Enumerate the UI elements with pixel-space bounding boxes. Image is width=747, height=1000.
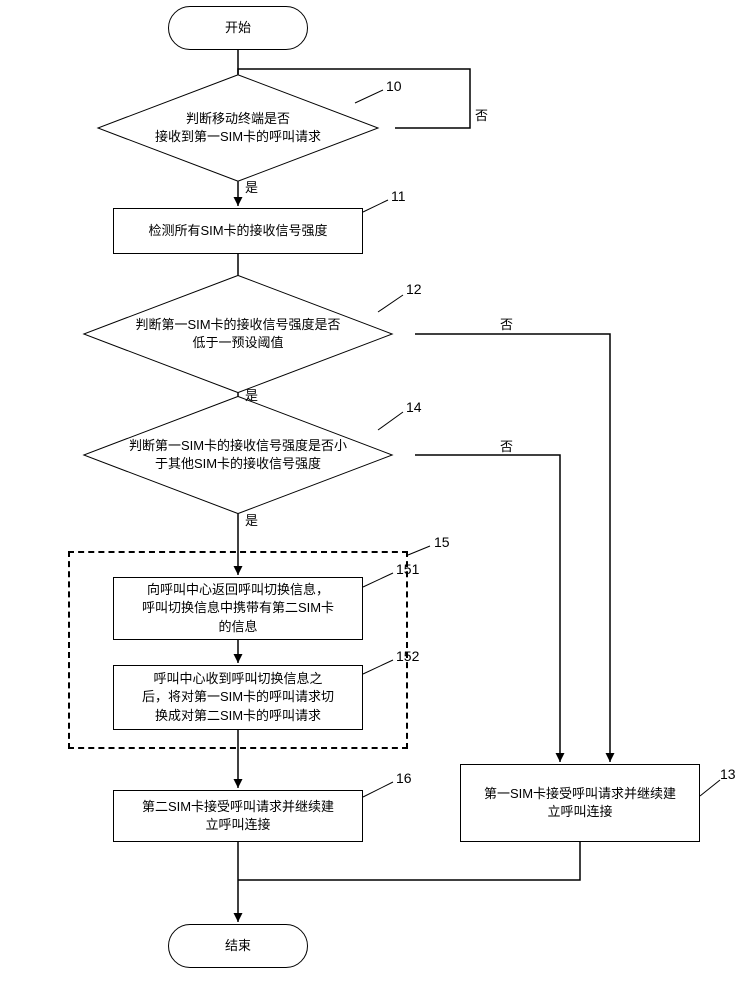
label-d12-yes: 是 bbox=[245, 385, 258, 404]
label-d10-no: 否 bbox=[475, 105, 488, 124]
terminal-start: 开始 bbox=[168, 6, 308, 50]
process-151: 向呼叫中心返回呼叫切换信息， 呼叫切换信息中携带有第二SIM卡 的信息 bbox=[113, 577, 363, 640]
decision-12: 判断第一SIM卡的接收信号强度是否 低于一预设阈值 bbox=[58, 293, 418, 375]
process-11-text: 检测所有SIM卡的接收信号强度 bbox=[148, 222, 327, 240]
terminal-end: 结束 bbox=[168, 924, 308, 968]
process-152: 呼叫中心收到呼叫切换信息之 后，将对第一SIM卡的呼叫请求切 换成对第二SIM卡… bbox=[113, 665, 363, 730]
process-11: 检测所有SIM卡的接收信号强度 bbox=[113, 208, 363, 254]
label-d14-no: 否 bbox=[500, 436, 513, 455]
step-14: 14 bbox=[406, 399, 422, 415]
decision-14: 判断第一SIM卡的接收信号强度是否小 于其他SIM卡的接收信号强度 bbox=[58, 414, 418, 496]
decision-10-text: 判断移动终端是否 接收到第一SIM卡的呼叫请求 bbox=[151, 110, 325, 146]
step-16: 16 bbox=[396, 770, 412, 786]
process-152-text: 呼叫中心收到呼叫切换信息之 后，将对第一SIM卡的呼叫请求切 换成对第二SIM卡… bbox=[142, 670, 334, 725]
step-10: 10 bbox=[386, 78, 402, 94]
terminal-start-label: 开始 bbox=[225, 19, 251, 37]
process-16-text: 第二SIM卡接受呼叫请求并继续建 立呼叫连接 bbox=[142, 798, 334, 834]
step-15: 15 bbox=[434, 534, 450, 550]
decision-12-text: 判断第一SIM卡的接收信号强度是否 低于一预设阈值 bbox=[131, 316, 344, 352]
decision-14-text: 判断第一SIM卡的接收信号强度是否小 于其他SIM卡的接收信号强度 bbox=[125, 437, 351, 473]
process-151-text: 向呼叫中心返回呼叫切换信息， 呼叫切换信息中携带有第二SIM卡 的信息 bbox=[142, 581, 334, 636]
step-13: 13 bbox=[720, 766, 736, 782]
decision-10: 判断移动终端是否 接收到第一SIM卡的呼叫请求 bbox=[78, 88, 398, 168]
label-d14-yes: 是 bbox=[245, 510, 258, 529]
label-d12-no: 否 bbox=[500, 314, 513, 333]
step-152: 152 bbox=[396, 648, 419, 664]
process-13: 第一SIM卡接受呼叫请求并继续建 立呼叫连接 bbox=[460, 764, 700, 842]
label-d10-yes: 是 bbox=[245, 177, 258, 196]
terminal-end-label: 结束 bbox=[225, 937, 251, 955]
step-151: 151 bbox=[396, 561, 419, 577]
process-16: 第二SIM卡接受呼叫请求并继续建 立呼叫连接 bbox=[113, 790, 363, 842]
process-13-text: 第一SIM卡接受呼叫请求并继续建 立呼叫连接 bbox=[484, 785, 676, 821]
step-12: 12 bbox=[406, 281, 422, 297]
step-11: 11 bbox=[391, 188, 406, 204]
